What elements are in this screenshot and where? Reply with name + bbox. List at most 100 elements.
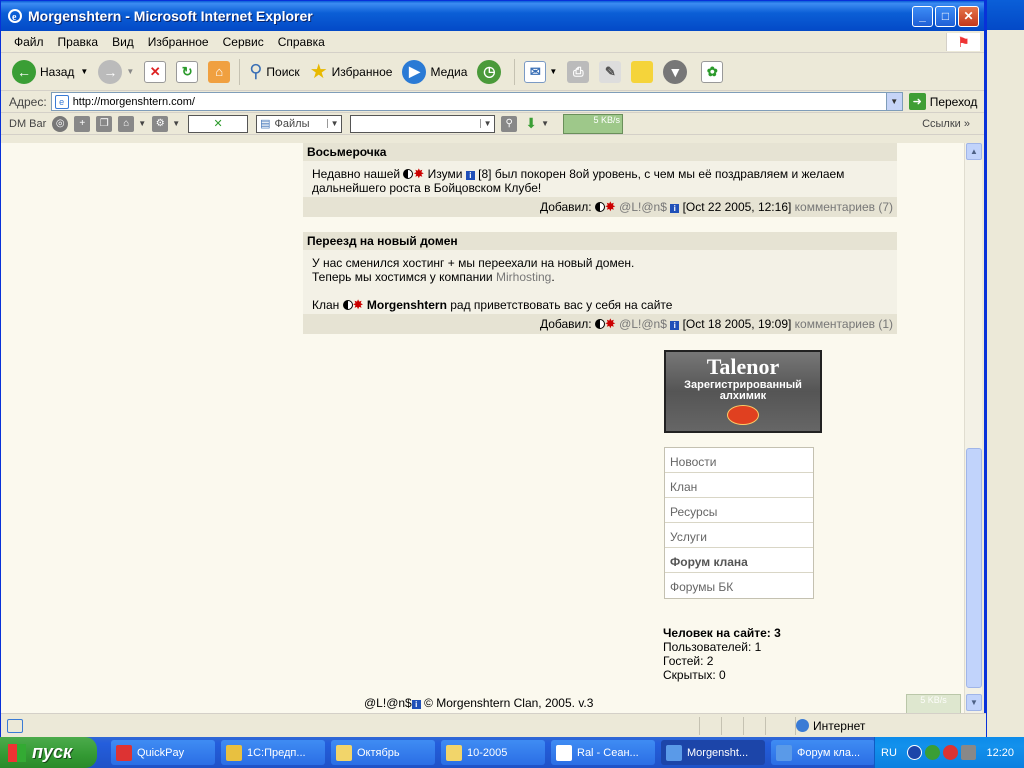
icq-button[interactable]: ✿: [696, 57, 728, 87]
go-arrow-icon: ➜: [908, 93, 926, 110]
links-label[interactable]: Ссылки »: [922, 118, 984, 130]
address-label: Адрес:: [9, 94, 47, 109]
author-link[interactable]: @L!@n$: [619, 200, 667, 214]
discuss-button[interactable]: [626, 57, 658, 87]
scroll-down-icon[interactable]: ▼: [966, 694, 982, 711]
address-dropdown-icon[interactable]: ▼: [885, 93, 902, 110]
research-button[interactable]: ▼: [658, 57, 696, 87]
info-icon[interactable]: i: [465, 171, 475, 180]
menu-file[interactable]: Файл: [7, 35, 51, 49]
title-bar[interactable]: e Morgenshtern - Microsoft Internet Expl…: [1, 1, 984, 31]
task-quickpay[interactable]: QuickPay: [111, 740, 215, 765]
footer-author[interactable]: @L!@n$: [364, 696, 412, 710]
info-icon[interactable]: i: [411, 700, 421, 709]
tray-check-icon[interactable]: [924, 745, 940, 760]
task-1c[interactable]: 1С:Предп...: [221, 740, 325, 765]
edit-button[interactable]: ✎: [594, 57, 626, 87]
menu-bar: Файл Правка Вид Избранное Сервис Справка…: [1, 31, 984, 53]
dm-monitor-box[interactable]: ✕: [188, 114, 249, 133]
online-users: Пользователей: 1: [663, 640, 762, 654]
scroll-thumb[interactable]: [966, 448, 982, 688]
news-text: рад приветствовать вас у себя на сайте: [450, 298, 673, 312]
minimize-button[interactable]: _: [912, 5, 933, 27]
go-button[interactable]: ➜ Переход: [908, 93, 977, 110]
back-label: Назад: [40, 64, 75, 79]
dm-dropdown-icon[interactable]: ▼: [138, 119, 146, 128]
forward-dropdown-icon[interactable]: ▼: [126, 67, 134, 76]
address-input[interactable]: e http://morgenshtern.com/ ▼: [50, 92, 903, 111]
dm-search-icon[interactable]: ⚲: [501, 115, 518, 132]
dm-download-icon[interactable]: ⬇: [523, 115, 539, 132]
history-button[interactable]: ◷: [472, 57, 510, 87]
dm-files-select[interactable]: ▤ Файлы ▼: [256, 114, 343, 133]
news-text: .: [551, 270, 555, 284]
refresh-button[interactable]: ↻: [171, 57, 203, 87]
clan-badge-icon: ✸: [604, 316, 616, 331]
address-bar: Адрес: e http://morgenshtern.com/ ▼ ➜ Пе…: [1, 91, 984, 113]
menu-edit[interactable]: Правка: [51, 35, 106, 49]
mail-button[interactable]: ✉ ▼: [519, 57, 562, 87]
favorites-button[interactable]: ★ Избранное: [305, 57, 398, 87]
status-cell: [765, 716, 787, 735]
comments-link[interactable]: комментариев (1): [795, 317, 893, 331]
stop-button[interactable]: ✕: [139, 57, 171, 87]
media-button[interactable]: ▶ Медиа: [397, 57, 472, 87]
talenor-banner[interactable]: Talenor Зарегистрированный алхимик: [664, 350, 822, 433]
edit-icon: ✎: [599, 60, 622, 83]
task-morgenshtern[interactable]: Morgensht...: [661, 740, 765, 765]
start-button[interactable]: пуск: [0, 737, 97, 768]
dm-bar: DM Bar ◎ + ❐ ⌂ ▼ ⚙ ▼ ✕ ▤ Файлы ▼ ▼ ⚲ ⬇ ▼…: [1, 113, 984, 135]
back-dropdown-icon[interactable]: ▼: [80, 67, 88, 76]
back-button[interactable]: ← Назад ▼: [7, 57, 93, 87]
dm-download-dropdown-icon[interactable]: ▼: [541, 119, 549, 128]
vertical-scrollbar[interactable]: ▲ ▼: [964, 143, 982, 713]
nav-bk-forums[interactable]: Форумы БК: [665, 573, 813, 598]
task-october-folder[interactable]: Октябрь: [331, 740, 435, 765]
tray-collapse-icon[interactable]: [906, 745, 922, 760]
files-dropdown-icon[interactable]: ▼: [327, 119, 341, 128]
close-button[interactable]: ✕: [958, 5, 979, 27]
files-label: Файлы: [274, 117, 310, 130]
home-icon: ⌂: [208, 60, 231, 83]
dm-windows-icon[interactable]: ❐: [96, 115, 113, 132]
nav-news[interactable]: Новости: [665, 448, 813, 473]
comments-link[interactable]: комментариев (7): [795, 200, 893, 214]
language-indicator[interactable]: RU: [881, 747, 897, 759]
info-icon[interactable]: i: [670, 204, 680, 213]
dm-add-icon[interactable]: +: [74, 115, 91, 132]
task-clan-forum[interactable]: Форум кла...: [771, 740, 875, 765]
task-10-2005-folder[interactable]: 10-2005: [441, 740, 545, 765]
dm-search-dropdown-icon[interactable]: ▼: [480, 119, 494, 128]
dm-settings-dropdown-icon[interactable]: ▼: [172, 119, 180, 128]
nav-clan-forum[interactable]: Форум клана: [665, 548, 813, 573]
menu-view[interactable]: Вид: [105, 35, 141, 49]
nav-resources[interactable]: Ресурсы: [665, 498, 813, 523]
nav-services[interactable]: Услуги: [665, 523, 813, 548]
print-button[interactable]: ⎙: [562, 57, 594, 87]
news-footer: Добавил: ✸ @L!@n$ i [Oct 22 2005, 12:16]…: [303, 197, 897, 217]
home-button[interactable]: ⌂: [203, 57, 235, 87]
scroll-up-icon[interactable]: ▲: [966, 143, 982, 160]
media-icon: ▶: [402, 59, 427, 84]
dm-settings-icon[interactable]: ⚙: [152, 115, 169, 132]
search-button[interactable]: ⚲ Поиск: [244, 57, 304, 87]
url-text[interactable]: http://morgenshtern.com/: [73, 96, 886, 108]
background-window[interactable]: [985, 0, 1024, 737]
dm-globe-icon[interactable]: ◎: [52, 115, 69, 132]
dm-home-icon[interactable]: ⌂: [118, 115, 135, 132]
hosting-link[interactable]: Mirhosting: [496, 270, 551, 284]
author-link[interactable]: @L!@n$: [619, 317, 667, 331]
menu-tools[interactable]: Сервис: [216, 35, 271, 49]
forward-button[interactable]: → ▼: [93, 57, 139, 87]
maximize-button[interactable]: □: [935, 5, 956, 27]
dm-search-input[interactable]: ▼: [350, 114, 496, 133]
tray-network-icon[interactable]: [960, 745, 976, 760]
task-ral[interactable]: Ral - Сеан...: [551, 740, 655, 765]
menu-help[interactable]: Справка: [271, 35, 332, 49]
info-icon[interactable]: i: [670, 321, 680, 330]
background-window-title-bar[interactable]: [987, 0, 1024, 30]
nav-clan[interactable]: Клан: [665, 473, 813, 498]
tray-icq-icon[interactable]: [942, 745, 958, 760]
menu-favorites[interactable]: Избранное: [141, 35, 216, 49]
mail-dropdown-icon[interactable]: ▼: [549, 67, 557, 76]
